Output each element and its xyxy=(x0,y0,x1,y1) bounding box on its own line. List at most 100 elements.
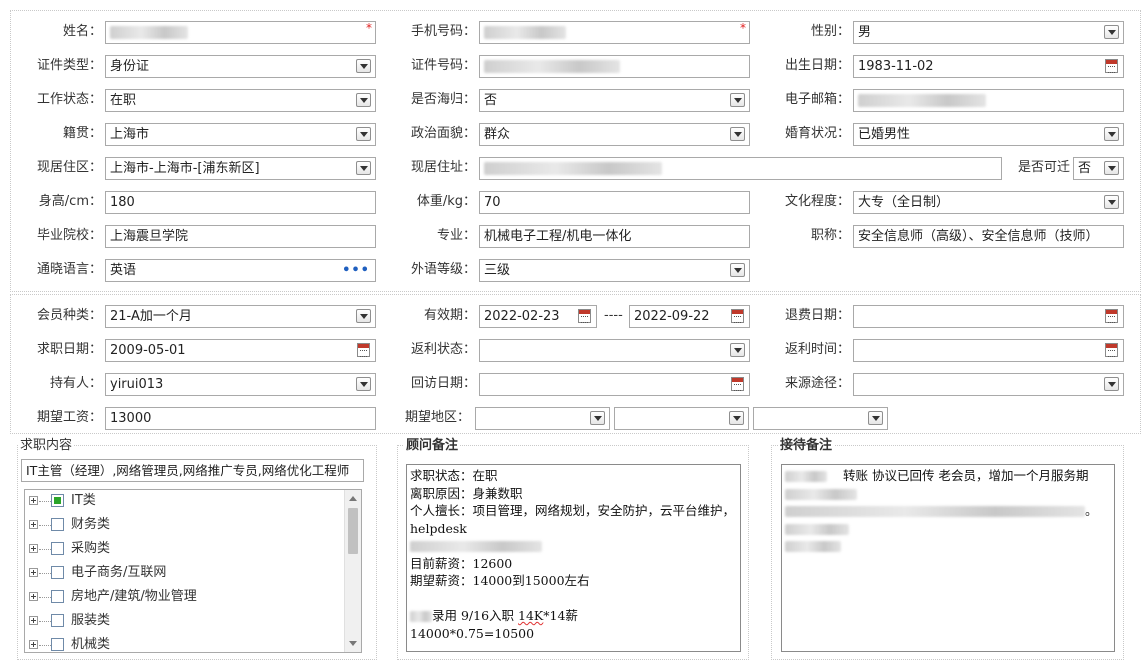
basic-info-section xyxy=(10,10,1141,292)
chevron-down-icon[interactable] xyxy=(1104,127,1119,141)
chevron-down-icon[interactable] xyxy=(356,59,371,73)
native-select[interactable]: 上海市 xyxy=(105,123,376,146)
expand-icon[interactable] xyxy=(29,544,38,553)
tree-connector xyxy=(39,597,51,598)
expand-icon[interactable] xyxy=(29,616,38,625)
region-city-select[interactable] xyxy=(614,407,749,430)
calendar-icon[interactable] xyxy=(731,377,744,391)
region-district-select[interactable] xyxy=(753,407,888,430)
chevron-down-icon[interactable] xyxy=(356,309,371,323)
holder-label: 持有人： xyxy=(49,376,102,391)
checkbox[interactable] xyxy=(51,494,64,507)
note-text: 录用 9/16入职 xyxy=(432,608,519,623)
chevron-down-icon[interactable] xyxy=(356,127,371,141)
advisor-notes-textarea[interactable]: 求职状态：在职 离职原因：身兼数职 个人擅长：项目管理，网络规划，安全防护，云平… xyxy=(406,464,741,652)
email-field[interactable] xyxy=(853,89,1124,112)
calendar-icon[interactable] xyxy=(731,309,744,323)
region-province-select[interactable] xyxy=(475,407,610,430)
chevron-down-icon[interactable] xyxy=(1104,161,1119,175)
checkbox[interactable] xyxy=(51,590,64,603)
height-field[interactable]: 180 xyxy=(105,191,376,214)
checkbox[interactable] xyxy=(51,518,64,531)
title-label: 职称： xyxy=(810,228,850,243)
checkbox[interactable] xyxy=(51,638,64,651)
chevron-down-icon[interactable] xyxy=(590,411,605,425)
overseas-select[interactable]: 否 xyxy=(479,89,750,112)
reception-notes-textarea[interactable]: 转账 协议已回传 老会员，增加一个月服务期 。 xyxy=(781,464,1115,652)
work-status-select[interactable]: 在职 xyxy=(105,89,376,112)
marital-select[interactable]: 已婚男性 xyxy=(853,123,1124,146)
address-redacted xyxy=(484,162,662,175)
calendar-icon[interactable] xyxy=(357,343,370,357)
checkbox[interactable] xyxy=(51,614,64,627)
valid-start-field[interactable]: 2022-02-23 xyxy=(479,305,597,328)
note-line: 14000*0.75=10500 xyxy=(410,625,535,641)
visit-date-field[interactable] xyxy=(479,373,750,396)
note-line-redacted xyxy=(410,537,737,555)
note-line: 离职原因：身兼数职 xyxy=(410,485,523,501)
more-options-icon[interactable]: ••• xyxy=(342,260,370,281)
expand-icon[interactable] xyxy=(29,496,38,505)
chevron-down-icon[interactable] xyxy=(730,343,745,357)
calendar-icon[interactable] xyxy=(1105,343,1118,357)
id-type-select[interactable]: 身份证 xyxy=(105,55,376,78)
holder-select[interactable]: yirui013 xyxy=(105,373,376,396)
chevron-down-icon[interactable] xyxy=(356,377,371,391)
marital-value: 已婚男性 xyxy=(858,127,911,142)
residence-area-select[interactable]: 上海市-上海市-[浦东新区] xyxy=(105,157,376,180)
chevron-down-icon[interactable] xyxy=(730,127,745,141)
checkbox[interactable] xyxy=(51,566,64,579)
id-number-redacted xyxy=(484,60,620,73)
school-field[interactable]: 上海震旦学院 xyxy=(105,225,376,248)
refund-date-field[interactable] xyxy=(853,305,1124,328)
checkbox[interactable] xyxy=(51,542,64,555)
language-field[interactable]: 英语 ••• xyxy=(105,259,376,282)
calendar-icon[interactable] xyxy=(1105,309,1118,323)
expand-icon[interactable] xyxy=(29,568,38,577)
valid-end-field[interactable]: 2022-09-22 xyxy=(629,305,750,328)
scroll-thumb[interactable] xyxy=(348,508,358,554)
calendar-icon[interactable] xyxy=(578,309,591,323)
rebate-time-field[interactable] xyxy=(853,339,1124,362)
chevron-down-icon[interactable] xyxy=(730,263,745,277)
gender-label: 性别： xyxy=(810,24,850,39)
salary-field[interactable]: 13000 xyxy=(105,407,376,430)
phone-field[interactable]: * xyxy=(479,21,750,44)
major-field[interactable]: 机械电子工程/机电一体化 xyxy=(479,225,750,248)
address-field[interactable] xyxy=(479,157,1002,180)
scroll-up-icon[interactable] xyxy=(349,496,357,501)
gender-select[interactable]: 男 xyxy=(853,21,1124,44)
source-select[interactable] xyxy=(853,373,1124,396)
name-redacted xyxy=(110,26,188,39)
scroll-down-icon[interactable] xyxy=(349,641,357,646)
tree-scrollbar[interactable] xyxy=(344,490,361,652)
chevron-down-icon[interactable] xyxy=(356,93,371,107)
chevron-down-icon[interactable] xyxy=(1104,25,1119,39)
chevron-down-icon[interactable] xyxy=(356,161,371,175)
chevron-down-icon[interactable] xyxy=(1104,377,1119,391)
expand-icon[interactable] xyxy=(29,592,38,601)
chevron-down-icon[interactable] xyxy=(730,93,745,107)
name-field[interactable]: * xyxy=(105,21,376,44)
title-field[interactable]: 安全信息师（高级）、安全信息师（技师） xyxy=(853,225,1124,248)
political-select[interactable]: 群众 xyxy=(479,123,750,146)
education-select[interactable]: 大专（全日制） xyxy=(853,191,1124,214)
relocate-select[interactable]: 否 xyxy=(1073,157,1124,180)
redacted-name xyxy=(785,471,827,482)
job-date-field[interactable]: 2009-05-01 xyxy=(105,339,376,362)
birth-date-field[interactable]: 1983-11-02 xyxy=(853,55,1124,78)
job-category-tree[interactable]: IT类 财务类 采购类 电子商务/互联网 房地产/建筑/物业管理 服装类 机械类 xyxy=(24,489,362,653)
expand-icon[interactable] xyxy=(29,640,38,649)
chevron-down-icon[interactable] xyxy=(1104,195,1119,209)
weight-field[interactable]: 70 xyxy=(479,191,750,214)
chevron-down-icon[interactable] xyxy=(868,411,883,425)
required-mark: * xyxy=(740,21,746,35)
id-number-field[interactable] xyxy=(479,55,750,78)
job-content-summary[interactable]: IT主管（经理）,网络管理员,网络推广专员,网络优化工程师 xyxy=(21,459,364,482)
rebate-status-select[interactable] xyxy=(479,339,750,362)
foreign-level-select[interactable]: 三级 xyxy=(479,259,750,282)
calendar-icon[interactable] xyxy=(1105,59,1118,73)
member-type-select[interactable]: 21-A加一个月 xyxy=(105,305,376,328)
chevron-down-icon[interactable] xyxy=(729,411,744,425)
expand-icon[interactable] xyxy=(29,520,38,529)
